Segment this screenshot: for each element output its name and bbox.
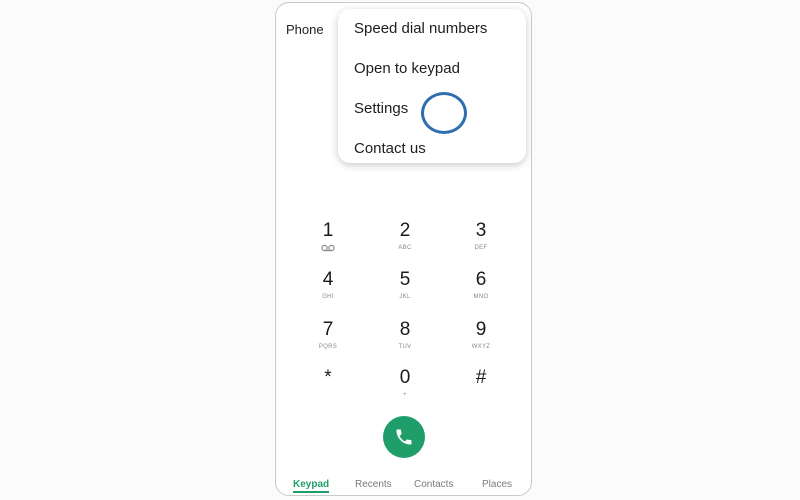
key-letters: JKL [399, 294, 411, 300]
call-button[interactable] [383, 416, 425, 458]
key-digit: * [324, 367, 332, 388]
key-0[interactable]: 0 + [375, 368, 435, 412]
key-letters: WXYZ [471, 344, 491, 350]
key-2[interactable]: 2 ABC [375, 221, 435, 265]
tab-contacts[interactable]: Contacts [414, 479, 453, 490]
key-digit: 4 [322, 269, 334, 290]
key-3[interactable]: 3 DEF [451, 221, 511, 265]
key-6[interactable]: 6 MNO [451, 270, 511, 314]
key-letters: TUV [398, 344, 412, 350]
key-letters: ABC [398, 245, 412, 251]
key-digit: 8 [399, 319, 411, 340]
key-1[interactable]: 1 [298, 221, 358, 265]
overflow-menu: Speed dial numbers Open to keypad Settin… [338, 9, 526, 163]
key-letters: DEF [474, 245, 488, 251]
menu-item-contact-us[interactable]: Contact us [354, 140, 426, 157]
key-7[interactable]: 7 PQRS [298, 320, 358, 364]
menu-item-open-to-keypad[interactable]: Open to keypad [354, 60, 460, 77]
key-9[interactable]: 9 WXYZ [451, 320, 511, 364]
settings-highlight-circle [421, 92, 467, 134]
tab-keypad[interactable]: Keypad [293, 479, 330, 493]
key-digit: 3 [475, 220, 487, 241]
key-hash[interactable]: # [451, 368, 511, 412]
bottom-tab-bar: Keypad Recents Contacts Places [276, 473, 531, 495]
key-8[interactable]: 8 TUV [375, 320, 435, 364]
key-5[interactable]: 5 JKL [375, 270, 435, 314]
key-digit: 1 [322, 220, 334, 241]
key-digit: # [475, 367, 487, 388]
phone-screen: Phone 1 2 ABC 3 DEF 4 GHI 5 JKL 6 MNO 7 … [275, 2, 532, 496]
key-letters: PQRS [318, 344, 338, 350]
key-letters: MNO [473, 294, 489, 300]
menu-item-settings[interactable]: Settings [354, 100, 408, 117]
key-letters: + [403, 392, 407, 398]
menu-item-speed-dial[interactable]: Speed dial numbers [354, 20, 487, 37]
key-digit: 5 [399, 269, 411, 290]
key-digit: 0 [399, 367, 411, 388]
key-4[interactable]: 4 GHI [298, 270, 358, 314]
key-digit: 2 [399, 220, 411, 241]
key-digit: 9 [475, 319, 487, 340]
key-star[interactable]: * [298, 368, 358, 412]
voicemail-icon [321, 244, 335, 252]
key-digit: 6 [475, 269, 487, 290]
tab-recents[interactable]: Recents [355, 479, 392, 490]
tab-places[interactable]: Places [482, 479, 512, 490]
phone-icon [396, 429, 412, 445]
key-digit: 7 [322, 319, 334, 340]
key-letters: GHI [322, 294, 334, 300]
